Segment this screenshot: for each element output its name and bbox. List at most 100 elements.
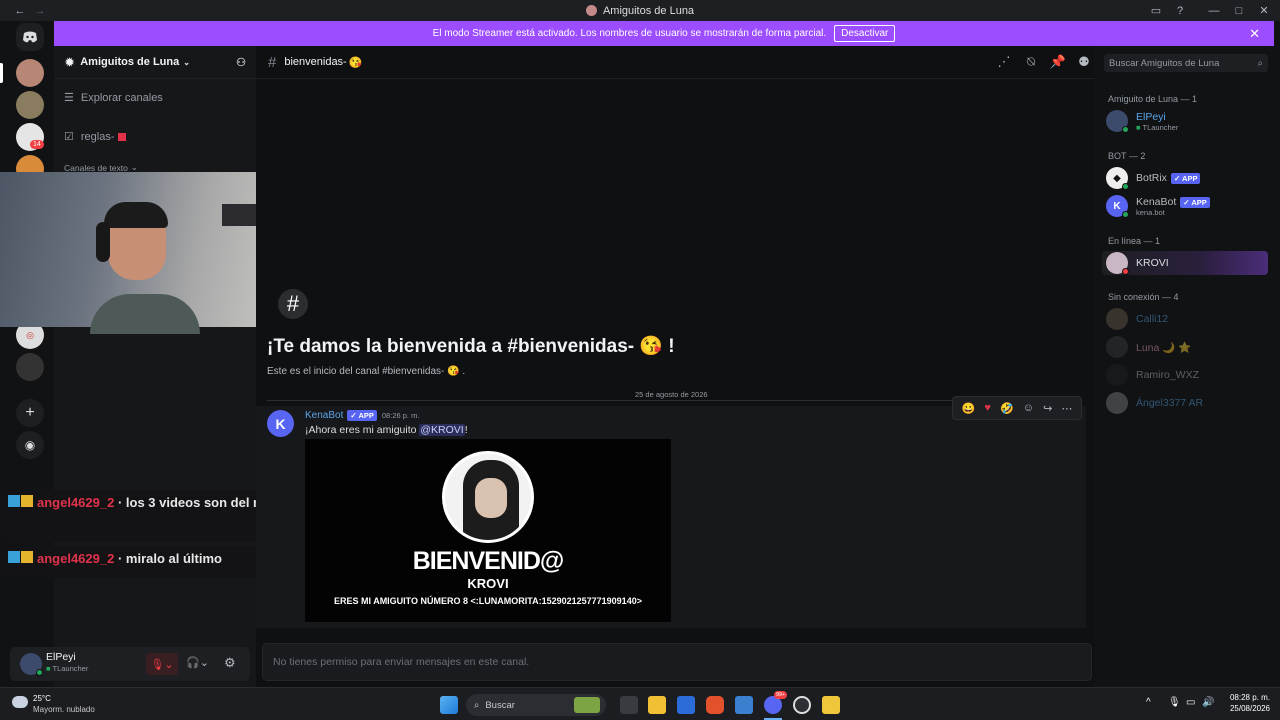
task-view-icon[interactable] <box>620 696 638 714</box>
user-mention[interactable]: @KROVI <box>419 424 465 436</box>
server-mini-icon <box>585 5 597 16</box>
streamer-mode-banner: El modo Streamer está activado. Los nomb… <box>54 21 1274 46</box>
pin-icon[interactable]: 📌 <box>1050 54 1066 69</box>
welcome-title: ¡Te damos la bienvenida a #bienvenidas- … <box>267 336 675 357</box>
game-icon: ■ <box>1136 122 1141 132</box>
member-item[interactable]: Calli12 <box>1106 308 1168 330</box>
member-item[interactable]: ElPeyi ■ TLauncher <box>1106 110 1179 133</box>
active-server-pill <box>0 63 3 83</box>
explore-label: Explorar canales <box>80 91 163 104</box>
explore-channels[interactable]: ☰ Explorar canales <box>64 91 163 105</box>
server-header[interactable]: ✹ Amiguitos de Luna ⌄ ⚇ <box>54 46 256 79</box>
avatar[interactable] <box>20 653 43 676</box>
threads-icon[interactable]: ⋰ <box>997 54 1011 69</box>
discover-icon[interactable]: ◉ <box>16 431 44 459</box>
network-icon[interactable]: ▭ <box>1186 697 1195 708</box>
list-icon: ☰ <box>64 92 74 104</box>
minimize-button[interactable]: — <box>1202 0 1226 21</box>
weather-temp: 25°C <box>33 694 51 703</box>
microphone-icon[interactable]: 🎙 <box>1168 697 1181 708</box>
server-icon-3[interactable]: 14 <box>16 123 44 151</box>
mute-bell-icon[interactable]: ⍉ <box>1024 54 1038 69</box>
volume-icon[interactable]: 🔊 <box>1202 697 1214 708</box>
avatar <box>1106 308 1128 330</box>
app-badge-label: APP <box>358 411 374 420</box>
close-banner-icon[interactable]: ✕ <box>1249 26 1260 42</box>
channel-item-reglas[interactable]: ☑ reglas- <box>64 130 126 143</box>
add-server-icon[interactable]: + <box>16 399 44 427</box>
member-item[interactable]: Ramiro_WXZ <box>1106 364 1199 386</box>
clock-date: 25/08/2026 <box>1229 704 1270 713</box>
krovi-avatar <box>442 451 534 543</box>
message-actions-toolbar: 😀 ♥ 🤣 ☺ ↪ ⋯ <box>952 396 1082 420</box>
emoji-heart-icon[interactable]: ♥ <box>984 402 991 414</box>
hashtag-icon: # <box>268 53 277 71</box>
emoji-laugh-icon[interactable]: 🤣 <box>1000 402 1014 415</box>
server-icon-2[interactable] <box>16 91 44 119</box>
member-name: ElPeyi <box>1136 110 1166 123</box>
message-text-suffix: ! <box>464 424 468 436</box>
member-item[interactable]: K KenaBot ✓ APP kena.bot <box>1106 195 1210 218</box>
settings-gear-icon[interactable]: ⚙ <box>224 655 236 671</box>
discord-home-icon[interactable] <box>16 23 44 51</box>
search-icon: ⌕ <box>1257 57 1263 69</box>
search-highlight-image <box>574 697 600 713</box>
brave-icon[interactable] <box>706 696 724 714</box>
maximize-button[interactable]: □ <box>1227 0 1251 21</box>
message-time: 08:26 p. m. <box>381 411 420 420</box>
member-item[interactable]: ◆ BotRix ✓ APP <box>1106 167 1201 190</box>
store-icon[interactable] <box>677 696 695 714</box>
status-online-icon <box>36 669 43 676</box>
composer-placeholder: No tienes permiso para enviar mensajes e… <box>273 656 530 668</box>
taskbar-clock[interactable]: 08:28 p. m. 25/08/2026 <box>1222 693 1270 713</box>
discord-taskbar-icon[interactable]: 99+ <box>764 691 788 714</box>
help-icon[interactable]: ? <box>1168 0 1192 21</box>
close-button[interactable]: ✕ <box>1252 0 1276 21</box>
forward-icon[interactable]: ↪ <box>1043 402 1052 415</box>
search-input[interactable]: Buscar Amiguitos de Luna ⌕ <box>1104 54 1268 72</box>
add-member-icon[interactable]: ⚇ <box>236 56 246 69</box>
chat-username: angel4629_2 <box>37 551 115 566</box>
members-toggle-icon[interactable]: ⚉ <box>1077 54 1091 69</box>
message-author[interactable]: KenaBot <box>305 410 343 421</box>
weather-desc: Mayorm. nublado <box>33 705 95 714</box>
server-boost-icon: ✹ <box>65 56 75 69</box>
inbox-icon[interactable]: ▭ <box>1144 0 1168 21</box>
taskbar-search[interactable]: ⌕ Buscar <box>466 694 606 716</box>
headphones-button[interactable]: 🎧⌄ <box>186 656 209 669</box>
obs-icon[interactable] <box>793 696 811 714</box>
member-section-header: BOT — 2 <box>1108 151 1146 161</box>
member-section-header: Amiguito de Luna — 1 <box>1108 94 1198 104</box>
red-square-icon <box>117 132 126 141</box>
tray-chevron-icon[interactable]: ^ <box>1146 697 1151 708</box>
member-item[interactable]: Ángel3377 AR <box>1106 392 1203 414</box>
forward-icon[interactable]: → <box>28 0 52 21</box>
app-badge: ✓ APP <box>347 410 377 421</box>
taskbar-search-label: Buscar <box>485 699 515 711</box>
server-icon-6[interactable] <box>16 353 44 381</box>
member-name: Ángel3377 AR <box>1136 397 1204 409</box>
emoji-smile-icon[interactable]: 😀 <box>962 402 976 415</box>
add-reaction-icon[interactable]: ☺ <box>1023 402 1034 414</box>
weather-cloud-icon[interactable] <box>12 696 28 708</box>
file-explorer-icon[interactable] <box>648 696 666 714</box>
notes-icon[interactable] <box>822 696 840 714</box>
chat-username: angel4629_2 <box>37 495 115 510</box>
mute-mic-button[interactable]: 🎙⌄ <box>146 653 178 675</box>
member-item[interactable]: Luna 🌙 ⭐ <box>1106 336 1191 358</box>
member-activity-text: TLauncher <box>1142 122 1179 132</box>
member-item[interactable]: KROVI <box>1106 252 1169 275</box>
deactivate-button[interactable]: Desactivar <box>834 25 896 42</box>
server-icon-luna[interactable] <box>16 59 44 87</box>
channel-hash-icon: # <box>278 289 308 319</box>
kenabot-avatar[interactable]: K <box>267 410 294 437</box>
welcome-card-image[interactable]: BIENVENID@ KROVI ERES MI AMIGUITO NÚMERO… <box>305 439 671 622</box>
photos-icon[interactable] <box>735 696 753 714</box>
message-composer[interactable]: No tienes permiso para enviar mensajes e… <box>262 643 1092 681</box>
app-badge-label: APP <box>1182 173 1198 183</box>
rules-icon: ☑ <box>64 131 74 143</box>
more-options-icon[interactable]: ⋯ <box>1061 402 1072 415</box>
chat-separator: · <box>114 551 126 566</box>
avatar <box>1106 392 1128 414</box>
windows-start-icon[interactable] <box>440 696 458 714</box>
